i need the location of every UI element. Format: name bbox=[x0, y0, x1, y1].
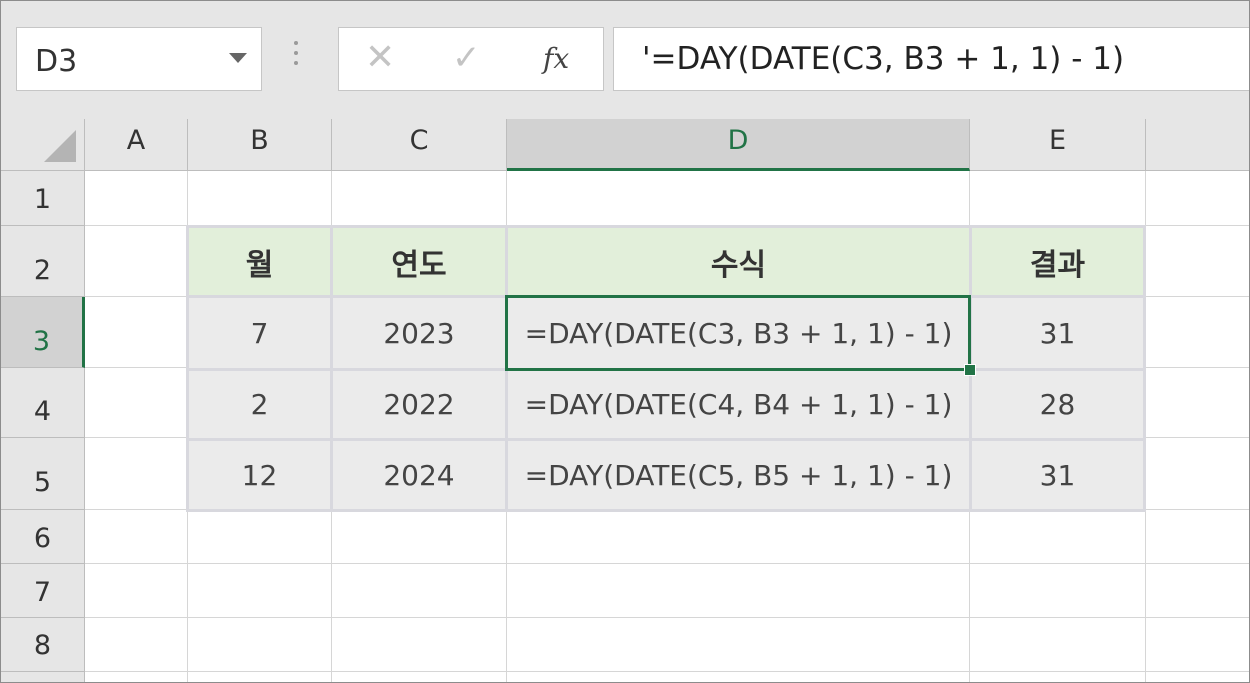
column-header-a[interactable]: A bbox=[85, 119, 188, 171]
function-icon[interactable]: fx bbox=[543, 42, 569, 75]
table-cell[interactable]: 31 bbox=[969, 438, 1146, 512]
row-header-8[interactable]: 8 bbox=[1, 618, 85, 672]
table-header-month[interactable]: 월 bbox=[186, 225, 333, 298]
row-header-9[interactable] bbox=[1, 672, 85, 682]
gridline bbox=[85, 671, 1249, 672]
table-cell[interactable]: 7 bbox=[186, 295, 333, 371]
more-options-icon[interactable] bbox=[293, 41, 299, 75]
dropdown-caret-icon[interactable] bbox=[229, 53, 247, 63]
row-header-1[interactable]: 1 bbox=[1, 171, 85, 226]
column-header-f[interactable]: F bbox=[1146, 119, 1249, 171]
column-header-b[interactable]: B bbox=[188, 119, 332, 171]
select-all-icon bbox=[44, 130, 76, 162]
name-box[interactable]: D3 bbox=[16, 27, 262, 91]
row-header-7[interactable]: 7 bbox=[1, 564, 85, 618]
column-header-d[interactable]: D bbox=[507, 119, 970, 171]
active-cell-outline bbox=[505, 295, 971, 371]
table-cell[interactable]: 2023 bbox=[330, 295, 508, 371]
formula-value: '=DAY(DATE(C3, B3 + 1, 1) - 1) bbox=[642, 41, 1125, 77]
row-header-3[interactable]: 3 bbox=[1, 297, 85, 368]
row-header-4[interactable]: 4 bbox=[1, 368, 85, 438]
table-cell[interactable]: 28 bbox=[969, 368, 1146, 441]
table-cell[interactable]: 2022 bbox=[330, 368, 508, 441]
row-header-5[interactable]: 5 bbox=[1, 438, 85, 510]
table-header-result[interactable]: 결과 bbox=[969, 225, 1146, 298]
select-all-button[interactable] bbox=[1, 119, 85, 171]
table-cell[interactable]: 12 bbox=[186, 438, 333, 512]
fill-handle[interactable] bbox=[964, 364, 976, 376]
table-cell[interactable]: 2 bbox=[186, 368, 333, 441]
table-cell[interactable]: 2024 bbox=[330, 438, 508, 512]
formula-buttons: ✕ ✓ fx bbox=[338, 27, 604, 91]
column-header-e[interactable]: E bbox=[970, 119, 1146, 171]
column-header-c[interactable]: C bbox=[332, 119, 507, 171]
table-cell[interactable]: =DAY(DATE(C4, B4 + 1, 1) - 1) bbox=[505, 368, 972, 441]
cancel-icon[interactable]: ✕ bbox=[365, 40, 395, 76]
table-cell[interactable]: 31 bbox=[969, 295, 1146, 371]
table-header-year[interactable]: 연도 bbox=[330, 225, 508, 298]
gridline bbox=[85, 563, 1249, 564]
enter-icon[interactable]: ✓ bbox=[452, 40, 481, 76]
spreadsheet-window: D3 ✕ ✓ fx '=DAY(DATE(C3, B3 + 1, 1) - 1)… bbox=[0, 0, 1250, 683]
table-cell[interactable]: =DAY(DATE(C5, B5 + 1, 1) - 1) bbox=[505, 438, 972, 512]
formula-input[interactable]: '=DAY(DATE(C3, B3 + 1, 1) - 1) bbox=[613, 27, 1249, 91]
name-box-value: D3 bbox=[35, 44, 78, 79]
row-header-2[interactable]: 2 bbox=[1, 226, 85, 297]
gridline bbox=[85, 617, 1249, 618]
table-header-formula[interactable]: 수식 bbox=[505, 225, 972, 298]
row-header-6[interactable]: 6 bbox=[1, 510, 85, 564]
